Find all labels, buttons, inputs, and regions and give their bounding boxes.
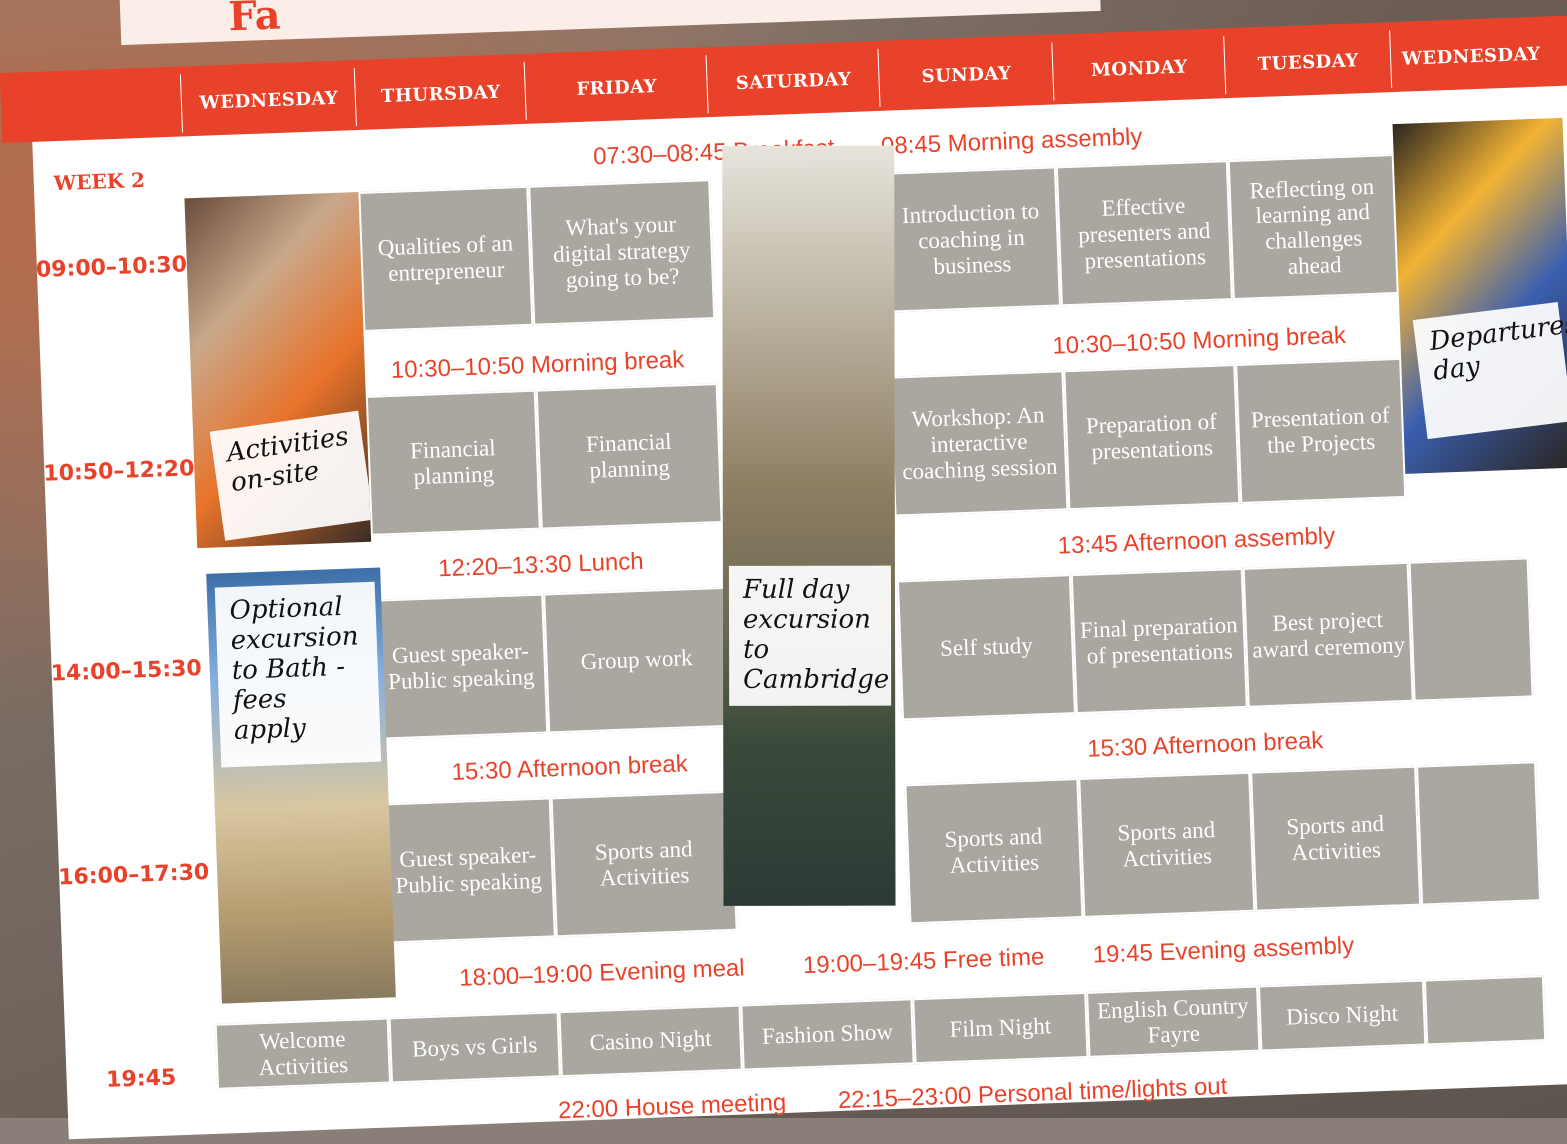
session-fri-4: Sports and Activities <box>550 790 738 938</box>
session-wed2-3-empty <box>1408 557 1534 702</box>
band-afternoon-assembly: 13:45 Afternoon assembly <box>1057 522 1336 560</box>
activities-note: Activities on-site <box>209 410 372 541</box>
timetable-sheet: WEDNESDAY THURSDAY FRIDAY SATURDAY SUNDA… <box>0 14 1567 1140</box>
band-evening-meal: 18:00–19:00 Evening meal <box>458 954 746 992</box>
band-morning-assembly: 08:45 Morning assembly <box>880 123 1143 160</box>
time-slot-1: 09:00–10:30 <box>35 252 188 283</box>
evening-tue: Disco Night <box>1258 979 1427 1052</box>
evening-thu: Boys vs Girls <box>388 1011 561 1084</box>
session-tue-1: Reflecting on learning and challenges ah… <box>1227 154 1399 301</box>
session-fri-1: What's your digital strategy going to be… <box>528 179 716 326</box>
band-house-meeting: 22:00 House meeting <box>557 1088 787 1125</box>
time-slot-3: 14:00–15:30 <box>50 656 203 687</box>
session-thu-3: Guest speaker-Public speaking <box>373 593 549 740</box>
session-mon-3: Final preparation of presentations <box>1070 567 1248 715</box>
evening-mon: English Country Fayre <box>1086 985 1261 1058</box>
bath-note: Optional excursion to Bath - fees apply <box>214 581 382 768</box>
day-header-sat: SATURDAY <box>705 48 881 114</box>
session-tue-4: Sports and Activities <box>1250 765 1422 912</box>
week-label: WEEK 2 <box>53 167 146 196</box>
departures-photo: Departures day <box>1392 117 1567 474</box>
session-thu-1: Qualities of an entrepreneur <box>358 185 534 332</box>
cambridge-note: Full day excursion to Cambridge <box>728 565 892 706</box>
session-mon-1: Effective presenters and presentations <box>1055 160 1233 307</box>
session-sun-2: Workshop: An interactive coaching sessio… <box>889 370 1069 517</box>
time-slot-4: 16:00–17:30 <box>57 859 210 891</box>
day-header-wed: WEDNESDAY <box>179 68 357 133</box>
session-thu-2: Financial planning <box>365 389 541 536</box>
bath-photo: Optional excursion to Bath - fees apply <box>206 567 396 1004</box>
session-tue-2: Presentation of the Projects <box>1235 357 1407 504</box>
departures-note: Departures day <box>1412 302 1567 440</box>
band-afternoon-break-2: 15:30 Afternoon break <box>1086 727 1324 763</box>
time-slot-2: 10:50–12:20 <box>42 456 195 487</box>
day-header-fri: FRIDAY <box>523 55 709 120</box>
day-header-wed2: WEDNESDAY <box>1389 24 1553 89</box>
band-morning-break-2: 10:30–10:50 Morning break <box>1051 321 1347 360</box>
session-mon-2: Preparation of presentations <box>1063 364 1241 511</box>
cambridge-photo: Full day excursion to Cambridge <box>722 145 896 906</box>
session-fri-3: Group work <box>543 586 731 734</box>
session-sun-4: Sports and Activities <box>904 778 1084 925</box>
band-afternoon-break-1: 15:30 Afternoon break <box>451 750 689 787</box>
session-thu-4: Guest speaker-Public speaking <box>380 797 556 944</box>
day-header-sun: SUNDAY <box>877 42 1055 107</box>
session-mon-4: Sports and Activities <box>1078 771 1256 918</box>
evening-sat: Fashion Show <box>740 998 915 1071</box>
band-lunch: 12:20–13:30 Lunch <box>437 547 645 583</box>
session-sun-1: Introduction to coaching in business <box>881 166 1061 313</box>
header-title: Fa <box>227 0 282 41</box>
session-sun-3: Self study <box>896 574 1076 721</box>
day-header-thu: THURSDAY <box>353 61 527 127</box>
session-tue-3: Best project award ceremony <box>1242 561 1414 708</box>
evening-wed: Welcome Activities <box>214 1017 392 1090</box>
band-free-time: 19:00–19:45 Free time <box>802 943 1045 980</box>
evening-wed2-empty <box>1423 975 1547 1046</box>
evening-sun: Film Night <box>912 991 1089 1065</box>
activities-photo: Activities on-site <box>184 192 372 549</box>
day-header-tue: TUESDAY <box>1223 30 1393 95</box>
time-slot-5: 19:45 <box>105 1065 177 1093</box>
session-wed2-4-empty <box>1416 761 1542 906</box>
session-fri-2: Financial planning <box>535 383 723 530</box>
band-evening-assembly: 19:45 Evening assembly <box>1092 932 1355 969</box>
evening-fri: Casino Night <box>558 1004 743 1078</box>
band-morning-break-1: 10:30–10:50 Morning break <box>390 346 685 384</box>
day-header-mon: MONDAY <box>1051 36 1227 101</box>
